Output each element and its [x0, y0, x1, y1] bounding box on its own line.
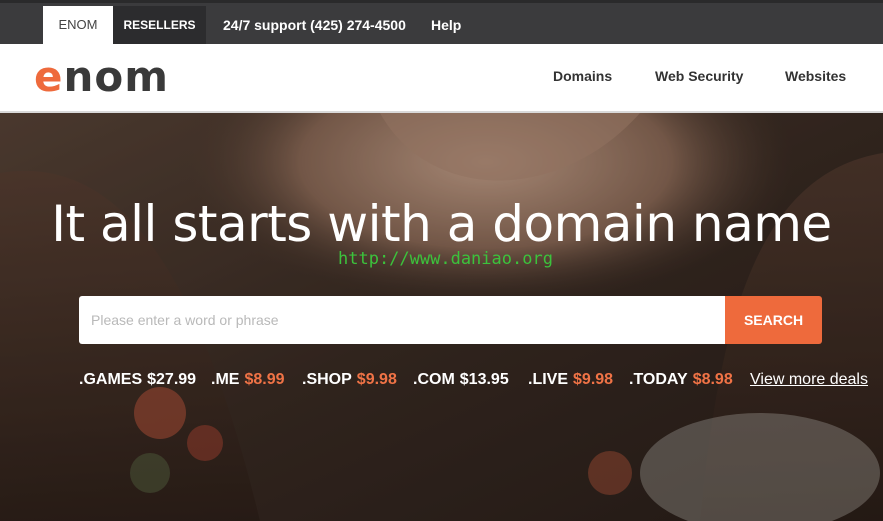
deal-price: $13.95 — [459, 371, 509, 388]
support-phone-link[interactable]: 24/7 support (425) 274-4500 — [223, 6, 406, 44]
deal-shop[interactable]: .SHOP $9.98 — [302, 371, 397, 389]
logo-e: e — [34, 52, 64, 101]
deal-tld: .TODAY — [629, 371, 688, 388]
enom-logo[interactable]: enom — [34, 54, 169, 100]
deal-me[interactable]: .ME $8.99 — [211, 371, 285, 389]
help-link[interactable]: Help — [431, 6, 461, 44]
deal-live[interactable]: .LIVE $9.98 — [528, 371, 613, 389]
deal-today[interactable]: .TODAY $8.98 — [629, 371, 733, 389]
top-utility-bar: ENOM RESELLERS 24/7 support (425) 274-45… — [0, 0, 883, 44]
deal-tld: .SHOP — [302, 371, 352, 388]
tab-enom[interactable]: ENOM — [43, 6, 113, 44]
deal-price: $27.99 — [147, 371, 197, 388]
deal-price: $8.98 — [692, 371, 733, 388]
nav-web-security[interactable]: Web Security — [655, 68, 743, 84]
deal-tld: .ME — [211, 371, 240, 388]
hero-section: It all starts with a domain name http://… — [0, 113, 883, 521]
nav-websites[interactable]: Websites — [785, 68, 846, 84]
view-more-deals-link[interactable]: View more deals — [750, 371, 868, 389]
deal-games[interactable]: .GAMES $27.99 — [79, 371, 196, 389]
deal-tld: .LIVE — [528, 371, 569, 388]
deal-price: $9.98 — [573, 371, 614, 388]
domain-search-input[interactable] — [79, 296, 726, 344]
deal-tld: .GAMES — [79, 371, 143, 388]
deal-price: $8.99 — [244, 371, 285, 388]
nav-domains[interactable]: Domains — [553, 68, 612, 84]
tab-resellers[interactable]: RESELLERS — [113, 6, 206, 44]
deal-tld: .COM — [413, 371, 455, 388]
logo-rest: nom — [63, 52, 170, 101]
hero-headline: It all starts with a domain name — [51, 195, 832, 253]
watermark-text: http://www.daniao.org — [338, 249, 553, 269]
deal-com[interactable]: .COM $13.95 — [413, 371, 509, 389]
search-button[interactable]: SEARCH — [725, 296, 822, 344]
main-header: enom Domains Web Security Websites — [0, 44, 883, 113]
deal-price: $9.98 — [356, 371, 397, 388]
